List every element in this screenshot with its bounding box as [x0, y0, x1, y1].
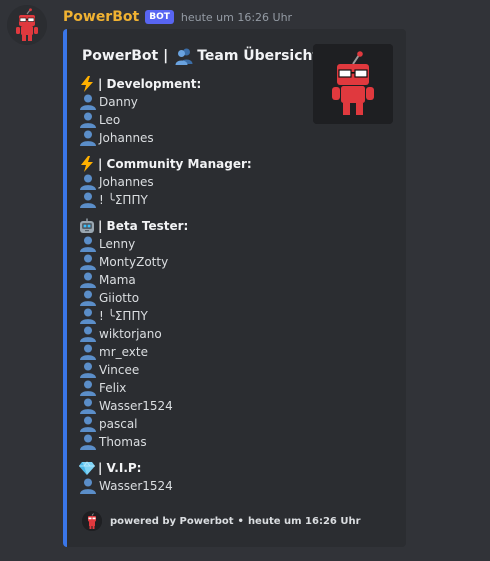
embed-title: PowerBot | Team Übersicht:: [82, 46, 325, 66]
member-item: wiktorjano: [79, 325, 309, 343]
field-name: | Beta Tester:: [79, 217, 309, 235]
member-item: Johannes: [79, 129, 309, 147]
person-icon: [80, 174, 96, 190]
member-item: Thomas: [79, 433, 309, 451]
member-name: Leo: [99, 113, 121, 127]
message-header: PowerBot BOT heute um 16:26 Uhr: [63, 7, 292, 27]
bot-avatar[interactable]: [7, 5, 47, 45]
embed-thumbnail[interactable]: [313, 44, 393, 124]
person-icon: [80, 362, 96, 378]
bot-tag-badge: BOT: [145, 10, 174, 24]
member-name: wiktorjano: [99, 327, 162, 341]
member-item: ! ╰ΣΠΠΥ: [79, 191, 309, 209]
member-item: Lenny: [79, 235, 309, 253]
person-icon: [80, 112, 96, 128]
member-name: pascal: [99, 417, 138, 431]
person-icon: [80, 192, 96, 208]
embed-footer: powered by Powerbot • heute um 16:26 Uhr: [82, 511, 361, 531]
robot-icon: [79, 218, 95, 234]
member-name: Mama: [99, 273, 136, 287]
member-item: Wasser1524: [79, 397, 309, 415]
person-icon: [80, 380, 96, 396]
member-item: Mama: [79, 271, 309, 289]
member-item: Johannes: [79, 173, 309, 191]
message-timestamp[interactable]: heute um 16:26 Uhr: [181, 11, 292, 24]
footer-separator: •: [237, 515, 244, 527]
member-name: mr_exte: [99, 345, 148, 359]
member-name: Johannes: [99, 131, 154, 145]
robot-mascot-icon: [82, 511, 102, 531]
team-people-icon: [175, 48, 193, 65]
lightning-icon: [79, 156, 95, 172]
person-icon: [80, 236, 96, 252]
person-icon: [80, 344, 96, 360]
field-name: | V.I.P:: [79, 459, 309, 477]
member-name: Johannes: [99, 175, 154, 189]
person-icon: [80, 254, 96, 270]
embed-title-suffix: Team Übersicht:: [197, 48, 325, 64]
person-icon: [80, 130, 96, 146]
footer-timestamp: heute um 16:26 Uhr: [247, 515, 361, 527]
person-icon: [80, 416, 96, 432]
member-name: Lenny: [99, 237, 136, 251]
gem-icon: [79, 460, 95, 476]
member-item: Danny: [79, 93, 309, 111]
member-name: Wasser1524: [99, 399, 173, 413]
member-item: Wasser1524: [79, 477, 309, 495]
embed-fields: | Development: Danny Leo Johannes | Communit…: [79, 75, 309, 495]
team-embed: PowerBot | Team Übersicht: | Development…: [63, 29, 406, 547]
field-name: | Community Manager:: [79, 155, 309, 173]
person-icon: [80, 434, 96, 450]
member-name: Felix: [99, 381, 127, 395]
footer-bot-icon: [82, 511, 102, 531]
member-name: ! ╰ΣΠΠΥ: [99, 193, 148, 207]
robot-mascot-icon: [313, 44, 393, 124]
field-title: | V.I.P:: [98, 461, 142, 475]
person-icon: [80, 398, 96, 414]
lightning-icon: [79, 76, 95, 92]
member-item: pascal: [79, 415, 309, 433]
field-name: | Development:: [79, 75, 309, 93]
member-item: Leo: [79, 111, 309, 129]
embed-title-prefix: PowerBot |: [82, 48, 169, 64]
member-name: Vincee: [99, 363, 140, 377]
person-icon: [80, 272, 96, 288]
member-item: Vincee: [79, 361, 309, 379]
person-icon: [80, 478, 96, 494]
field-title: | Development:: [98, 77, 202, 91]
member-item: MontyZotty: [79, 253, 309, 271]
person-icon: [80, 326, 96, 342]
member-item: ! ╰ΣΠΠΥ: [79, 307, 309, 325]
member-name: Giiotto: [99, 291, 140, 305]
member-name: Thomas: [99, 435, 147, 449]
field-title: | Community Manager:: [98, 157, 252, 171]
member-item: mr_exte: [79, 343, 309, 361]
member-item: Giiotto: [79, 289, 309, 307]
member-name: ! ╰ΣΠΠΥ: [99, 309, 148, 323]
member-name: Wasser1524: [99, 479, 173, 493]
person-icon: [80, 290, 96, 306]
field-title: | Beta Tester:: [98, 219, 189, 233]
member-name: Danny: [99, 95, 138, 109]
robot-mascot-icon: [7, 5, 47, 45]
member-item: Felix: [79, 379, 309, 397]
bot-username[interactable]: PowerBot: [63, 9, 139, 25]
person-icon: [80, 308, 96, 324]
footer-text: powered by Powerbot: [110, 515, 234, 527]
person-icon: [80, 94, 96, 110]
member-name: MontyZotty: [99, 255, 169, 269]
